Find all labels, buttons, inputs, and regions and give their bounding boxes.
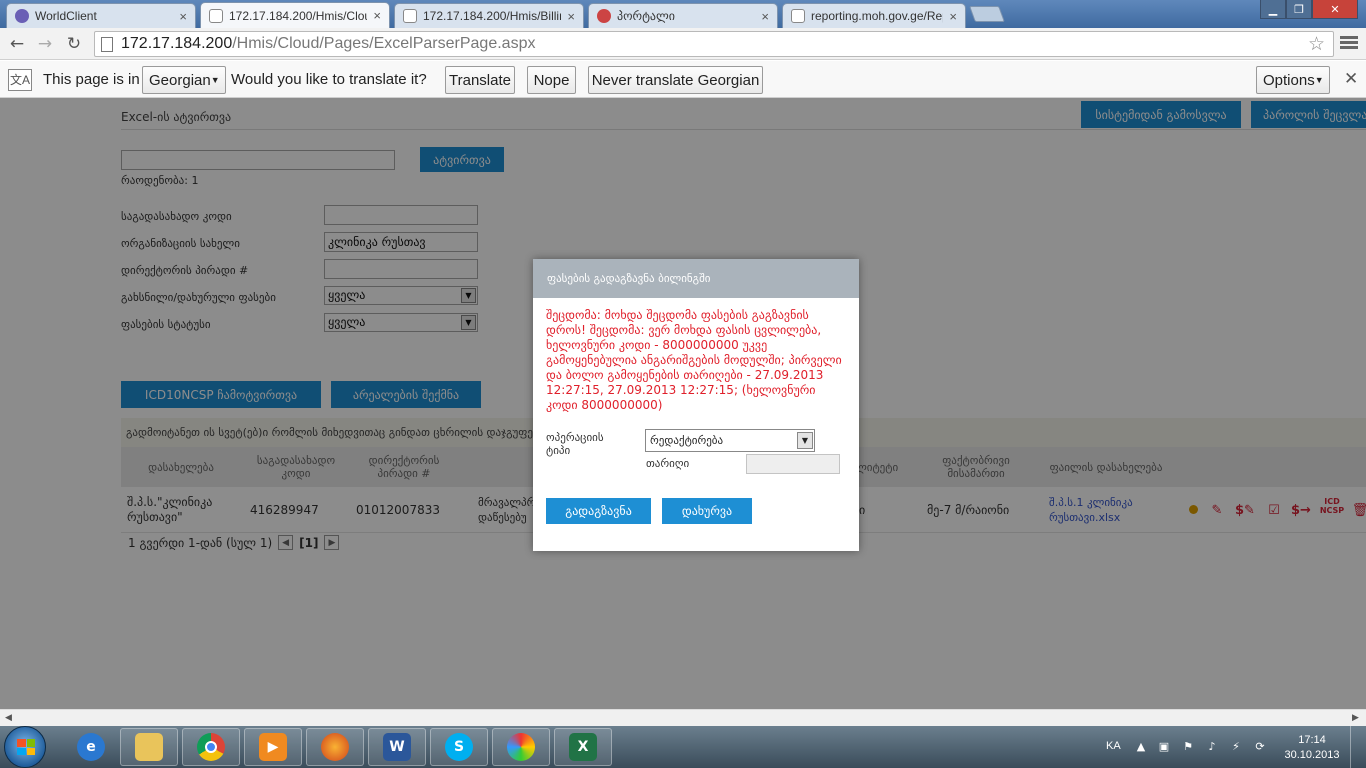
time: 17:14 xyxy=(1298,734,1326,746)
date: 30.10.2013 xyxy=(1284,749,1340,761)
maximize-button[interactable]: ❐ xyxy=(1286,0,1312,19)
operation-type-label: ოპერაციის ტიპი xyxy=(546,431,604,457)
minimize-button[interactable]: ▁ xyxy=(1260,0,1286,19)
back-arrow-icon[interactable]: ← xyxy=(6,33,28,55)
send-button[interactable]: გადაგზავნა xyxy=(546,498,651,524)
file-explorer-icon[interactable] xyxy=(120,728,178,766)
seal-icon xyxy=(597,9,611,23)
date-label: თარიღი xyxy=(646,457,690,470)
update-icon[interactable]: ⟳ xyxy=(1253,740,1267,754)
media-player-icon[interactable]: ▶ xyxy=(244,728,302,766)
browser-toolbar: ← → ↻ 172.17.184.200/Hmis/Cloud/Pages/Ex… xyxy=(0,28,1366,60)
windows-taskbar: e ▶ W S X KA ▲ ▣ ⚑ ♪ ⚡ ⟳ 17:14 30.10.201… xyxy=(0,726,1366,768)
window-close-button[interactable]: ✕ xyxy=(1312,0,1358,19)
network-icon[interactable]: ▣ xyxy=(1157,740,1171,754)
tab-excel-parser[interactable]: 172.17.184.200/Hmis/Clou × xyxy=(200,2,390,28)
page-icon xyxy=(101,37,113,52)
tab-portal[interactable]: პორტალი × xyxy=(588,3,778,28)
chevron-down-icon: ▼ xyxy=(210,75,220,85)
start-button[interactable] xyxy=(4,726,46,768)
power-icon[interactable]: ⚡ xyxy=(1229,740,1243,754)
word-icon[interactable]: W xyxy=(368,728,426,766)
page-icon xyxy=(403,9,417,23)
tab-label: WorldClient xyxy=(35,9,97,23)
tab-reporting[interactable]: reporting.moh.gov.ge/Rep × xyxy=(782,3,966,28)
volume-icon[interactable]: ♪ xyxy=(1205,740,1219,754)
close-icon[interactable]: × xyxy=(179,9,187,24)
close-icon[interactable]: × xyxy=(761,9,769,24)
close-icon[interactable]: × xyxy=(949,9,957,24)
close-icon[interactable]: ✕ xyxy=(1344,69,1358,89)
action-center-icon[interactable]: ⚑ xyxy=(1181,740,1195,754)
windows-logo-icon xyxy=(17,739,35,755)
translate-button[interactable]: Translate xyxy=(445,66,515,94)
tab-label: 172.17.184.200/Hmis/Clou xyxy=(229,8,368,23)
never-translate-button[interactable]: Never translate Georgian xyxy=(588,66,763,94)
paint-icon[interactable] xyxy=(492,728,550,766)
chevron-down-icon: ▼ xyxy=(1314,75,1324,85)
page-icon xyxy=(209,8,223,23)
translate-prefix: This page is in xyxy=(43,71,140,88)
address-bar[interactable]: 172.17.184.200/Hmis/Cloud/Pages/ExcelPar… xyxy=(94,31,1334,57)
chrome-icon[interactable] xyxy=(182,728,240,766)
horizontal-scrollbar[interactable]: ◀ ▶ xyxy=(0,709,1366,726)
translate-question: Would you like to translate it? xyxy=(231,71,427,88)
translate-icon: 文A xyxy=(8,69,32,91)
date-input[interactable] xyxy=(746,454,840,474)
language-indicator[interactable]: KA xyxy=(1106,740,1121,754)
firefox-icon[interactable] xyxy=(306,728,364,766)
chrome-menu-icon[interactable] xyxy=(1340,34,1358,52)
chevron-down-icon: ▼ xyxy=(797,432,813,449)
scroll-right-icon[interactable]: ▶ xyxy=(1352,713,1359,723)
new-tab-button[interactable] xyxy=(969,6,1005,22)
internet-explorer-icon[interactable]: e xyxy=(62,728,120,766)
tab-label: პორტალი xyxy=(617,9,676,23)
url-text[interactable]: 172.17.184.200/Hmis/Cloud/Pages/ExcelPar… xyxy=(121,35,535,53)
options-button[interactable]: Options ▼ xyxy=(1256,66,1330,94)
operation-type-select[interactable]: რედაქტირება ▼ xyxy=(645,429,815,452)
show-desktop-button[interactable] xyxy=(1350,726,1366,768)
excel-icon[interactable]: X xyxy=(554,728,612,766)
scroll-left-icon[interactable]: ◀ xyxy=(5,713,12,723)
forward-arrow-icon[interactable]: → xyxy=(34,33,56,55)
nope-button[interactable]: Nope xyxy=(527,66,576,94)
dialog-title: ფასების გადაგზავნა ბილინგში xyxy=(533,259,859,298)
page-icon xyxy=(791,9,805,23)
tab-label: reporting.moh.gov.ge/Rep xyxy=(811,9,944,23)
bookmark-star-icon[interactable]: ☆ xyxy=(1308,33,1325,55)
url-path: /Hmis/Cloud/Pages/ExcelParserPage.aspx xyxy=(232,35,536,52)
reload-icon[interactable]: ↻ xyxy=(63,33,85,55)
select-value: რედაქტირება xyxy=(650,434,724,447)
browser-tab-strip: WorldClient × 172.17.184.200/Hmis/Clou ×… xyxy=(0,0,1366,28)
options-label: Options xyxy=(1263,71,1315,89)
language-value: Georgian xyxy=(149,71,211,89)
close-button[interactable]: დახურვა xyxy=(662,498,752,524)
globe-icon xyxy=(15,9,29,23)
show-hidden-icons-icon[interactable]: ▲ xyxy=(1134,740,1148,754)
clock[interactable]: 17:14 30.10.2013 xyxy=(1284,733,1340,765)
tab-worldclient[interactable]: WorldClient × xyxy=(6,3,196,28)
url-host: 172.17.184.200 xyxy=(121,35,233,52)
close-icon[interactable]: × xyxy=(373,8,381,23)
tab-label: 172.17.184.200/Hmis/Billin xyxy=(423,9,562,23)
send-prices-dialog: ფასების გადაგზავნა ბილინგში შეცდომა: მოხ… xyxy=(533,259,859,551)
language-select[interactable]: Georgian ▼ xyxy=(142,66,226,94)
error-message: შეცდომა: მოხდა შეცდომა ფასების გაგზავნის… xyxy=(546,308,842,412)
translate-bar: 文A This page is in Georgian ▼ Would you … xyxy=(0,61,1366,98)
tab-billing[interactable]: 172.17.184.200/Hmis/Billin × xyxy=(394,3,584,28)
skype-icon[interactable]: S xyxy=(430,728,488,766)
close-icon[interactable]: × xyxy=(567,9,575,24)
